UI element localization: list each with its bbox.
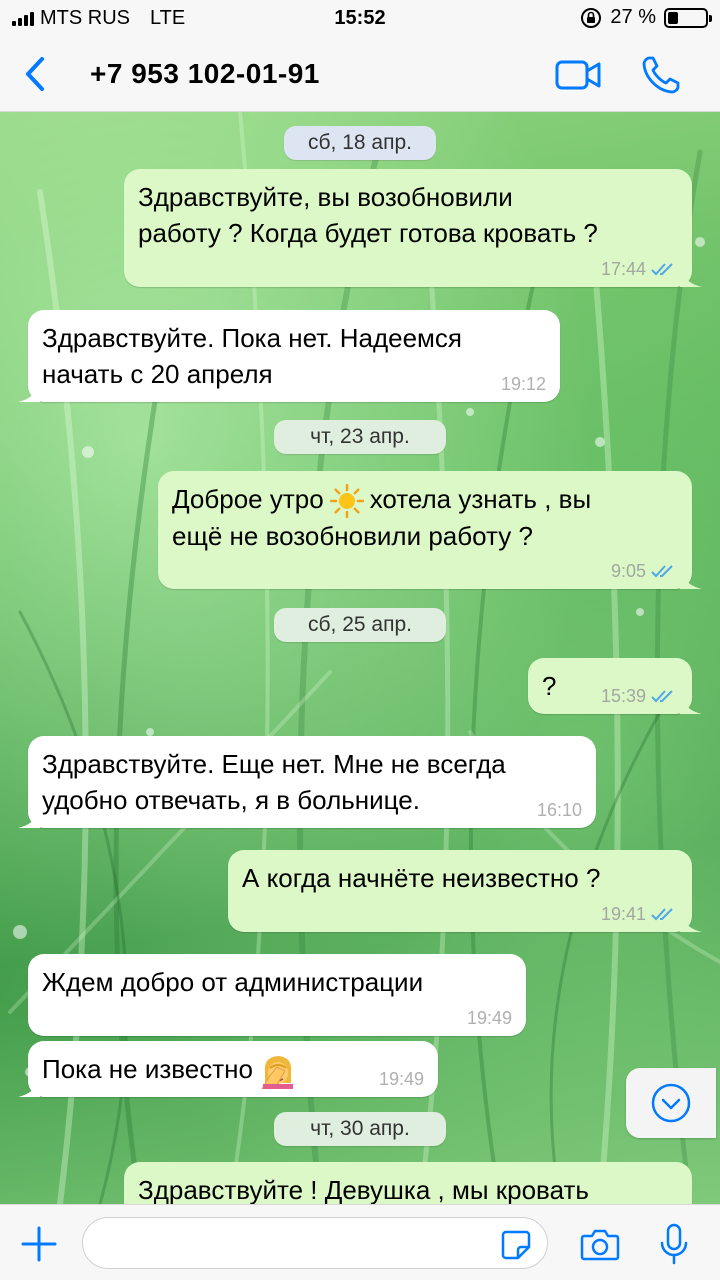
message-text: Ждем добро от администрации bbox=[42, 967, 424, 997]
message-text: Здравствуйте ! Девушка , мы кровать bbox=[138, 1175, 589, 1204]
input-bar bbox=[0, 1204, 720, 1280]
chevron-down-circle-icon bbox=[651, 1083, 691, 1123]
date-separator: сб, 18 апр. bbox=[284, 126, 436, 160]
message-text: Доброе утро bbox=[172, 484, 324, 514]
message-text: работу ? Когда будет готова кровать ? bbox=[138, 218, 598, 248]
bubble-tail bbox=[680, 569, 702, 589]
bubble-tail bbox=[18, 1077, 40, 1097]
message-time: 9:05 bbox=[610, 561, 646, 581]
sticker-icon[interactable] bbox=[500, 1229, 532, 1261]
incoming-message[interactable]: Здравствуйте. Пока нет. Надеемся начать … bbox=[18, 310, 560, 402]
message-time: 17:44 bbox=[600, 259, 646, 279]
orientation-lock-icon bbox=[581, 7, 602, 28]
facepalm-emoji bbox=[261, 1056, 293, 1090]
date-separator: чт, 30 апр. bbox=[274, 1112, 446, 1146]
message-text: Здравствуйте, вы возобновили bbox=[138, 182, 513, 212]
message-text: Пока не известно bbox=[42, 1054, 253, 1084]
read-ticks-icon bbox=[651, 565, 673, 578]
message-text: А когда начнёте неизвестно ? bbox=[242, 863, 601, 893]
incoming-message[interactable]: Здравствуйте. Еще нет. Мне не всегда удо… bbox=[18, 736, 596, 828]
message-time: 19:49 bbox=[378, 1069, 424, 1089]
incoming-message[interactable]: Ждем добро от администрации 19:49 bbox=[28, 954, 526, 1036]
bubble-tail bbox=[680, 694, 702, 714]
message-text: хотела узнать , вы bbox=[369, 484, 592, 514]
message-line: Доброе утро хотела узнать , вы bbox=[172, 481, 678, 519]
outgoing-message[interactable]: ? 15:39 bbox=[528, 658, 702, 714]
sun-emoji bbox=[329, 484, 364, 519]
message-meta: 19:41 bbox=[601, 904, 678, 924]
message-time: 19:41 bbox=[600, 904, 646, 924]
chat-header: +7 953 102-01-91 bbox=[0, 40, 720, 112]
message-time: 15:39 bbox=[600, 686, 646, 706]
contact-name[interactable]: +7 953 102-01-91 bbox=[90, 58, 320, 90]
date-separator: сб, 25 апр. bbox=[274, 608, 446, 642]
message-time: 19:49 bbox=[466, 1008, 512, 1028]
battery-percent: 27 % bbox=[610, 6, 656, 28]
plus-icon[interactable] bbox=[20, 1225, 58, 1263]
bubble-tail bbox=[680, 912, 702, 932]
read-ticks-icon bbox=[651, 263, 673, 276]
battery-icon bbox=[664, 7, 712, 28]
chevron-left-icon[interactable] bbox=[18, 54, 52, 94]
status-bar: MTS RUS LTE 15:52 27 % bbox=[0, 0, 720, 40]
message-meta: 15:39 bbox=[601, 686, 678, 706]
phone-icon[interactable] bbox=[640, 54, 682, 96]
outgoing-message[interactable]: А когда начнёте неизвестно ? 19:41 bbox=[228, 850, 702, 932]
message-meta: 9:05 bbox=[611, 561, 678, 581]
camera-icon[interactable] bbox=[580, 1227, 620, 1261]
battery-level bbox=[668, 11, 678, 24]
message-text: начать с 20 апреля bbox=[42, 359, 273, 389]
date-separator: чт, 23 апр. bbox=[274, 420, 446, 454]
message-text: удобно отвечать, я в больнице. bbox=[42, 785, 420, 815]
outgoing-message[interactable]: Доброе утро хотела узнать , вы ещё не во… bbox=[158, 471, 702, 589]
incoming-message[interactable]: Пока не известно 19:49 bbox=[18, 1041, 438, 1097]
message-text: Здравствуйте. Еще нет. Мне не всегда bbox=[42, 749, 506, 779]
scroll-to-bottom-button[interactable] bbox=[626, 1068, 716, 1138]
message-line: Пока не известно bbox=[42, 1051, 424, 1090]
read-ticks-icon bbox=[651, 690, 673, 703]
video-call-icon[interactable] bbox=[555, 58, 601, 92]
read-ticks-icon bbox=[651, 908, 673, 921]
message-meta: 17:44 bbox=[601, 259, 678, 279]
bubble-tail bbox=[18, 382, 40, 402]
outgoing-message[interactable]: Здравствуйте, вы возобновили работу ? Ко… bbox=[124, 169, 702, 287]
bubble-tail bbox=[680, 267, 702, 287]
message-time: 16:10 bbox=[536, 800, 582, 820]
message-text: ещё не возобновили работу ? bbox=[172, 521, 533, 552]
bubble-tail bbox=[18, 808, 40, 828]
chat-area[interactable]: сб, 18 апр. Здравствуйте, вы возобновили… bbox=[0, 112, 720, 1204]
microphone-icon[interactable] bbox=[658, 1223, 690, 1265]
message-input[interactable] bbox=[82, 1217, 548, 1269]
outgoing-message[interactable]: Здравствуйте ! Девушка , мы кровать bbox=[124, 1162, 692, 1204]
message-time: 19:12 bbox=[500, 374, 546, 394]
message-text: Здравствуйте. Пока нет. Надеемся bbox=[42, 323, 462, 353]
status-right: 27 % bbox=[580, 6, 712, 29]
